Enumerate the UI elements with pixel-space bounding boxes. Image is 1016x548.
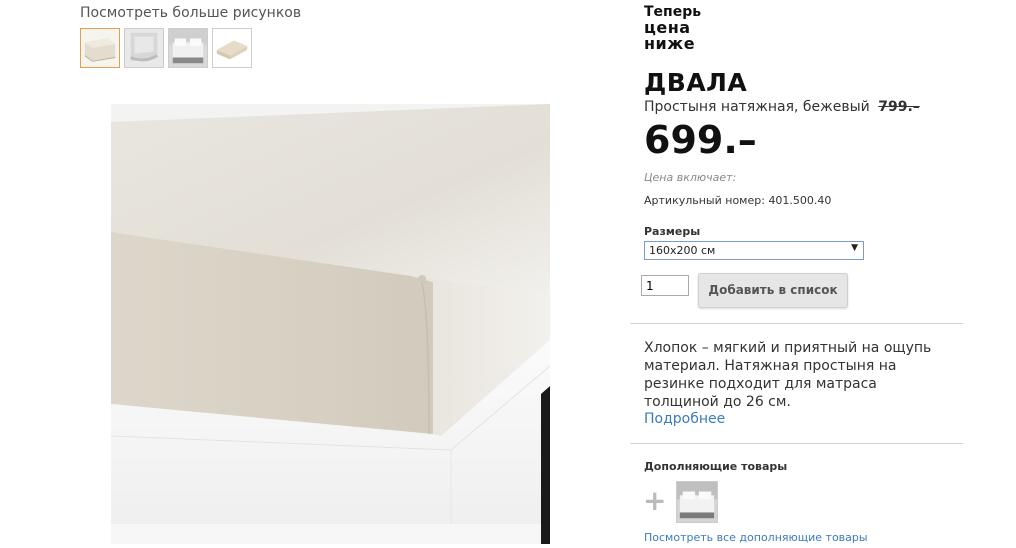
size-select[interactable]: 160x200 см ▼	[644, 241, 864, 260]
related-bed-thumb-image	[677, 482, 717, 522]
size-select-value: 160x200 см	[649, 244, 716, 257]
view-all-related-link[interactable]: Посмотреть все дополняющие товары	[644, 531, 868, 544]
fitted-sheet-illustration	[111, 104, 550, 544]
product-name: ДВАЛА	[644, 68, 748, 97]
quantity-input[interactable]	[641, 275, 689, 296]
product-info-text: Хлопок – мягкий и приятный на ощупь мате…	[644, 340, 932, 410]
related-products-title: Дополняющие товары	[644, 460, 788, 473]
dropdown-arrow-icon: ▼	[851, 243, 858, 253]
thumbnail-strip	[80, 28, 252, 68]
article-number: 401.500.40	[768, 194, 832, 207]
current-price: 699.–	[644, 118, 757, 162]
add-to-list-button[interactable]: Добавить в список	[698, 273, 848, 308]
thumbnail-2[interactable]	[124, 28, 164, 68]
product-main-image	[111, 104, 550, 544]
price-includes-label: Цена включает:	[644, 171, 737, 184]
product-description: Простыня натяжная, бежевый	[644, 99, 870, 115]
bed-room-thumb-image	[169, 29, 207, 67]
thumbnail-1[interactable]	[80, 28, 120, 68]
old-price: 799.–	[878, 99, 920, 115]
article-number-line: Артикульный номер: 401.500.40	[644, 194, 831, 207]
article-label: Артикульный номер:	[644, 194, 765, 207]
sheet-corner-thumb-image	[81, 29, 119, 67]
thumbnail-4[interactable]	[212, 28, 252, 68]
product-description-line: Простыня натяжная, бежевый 799.–	[644, 99, 920, 115]
price-lowered-badge: Теперь цена ниже	[644, 4, 701, 52]
thumbnail-3[interactable]	[168, 28, 208, 68]
gallery-title: Посмотреть больше рисунков	[80, 5, 302, 21]
sizes-label: Размеры	[644, 225, 701, 238]
folded-sheet-thumb-image	[213, 29, 251, 67]
divider-2	[630, 443, 963, 444]
related-product-thumbnail[interactable]	[676, 481, 718, 523]
divider-1	[630, 323, 963, 324]
promo-line-3: ниже	[644, 34, 696, 53]
sheet-elastic-thumb-image	[125, 29, 163, 67]
more-details-link[interactable]: Подробнее	[644, 411, 725, 427]
plus-icon: +	[643, 484, 667, 517]
